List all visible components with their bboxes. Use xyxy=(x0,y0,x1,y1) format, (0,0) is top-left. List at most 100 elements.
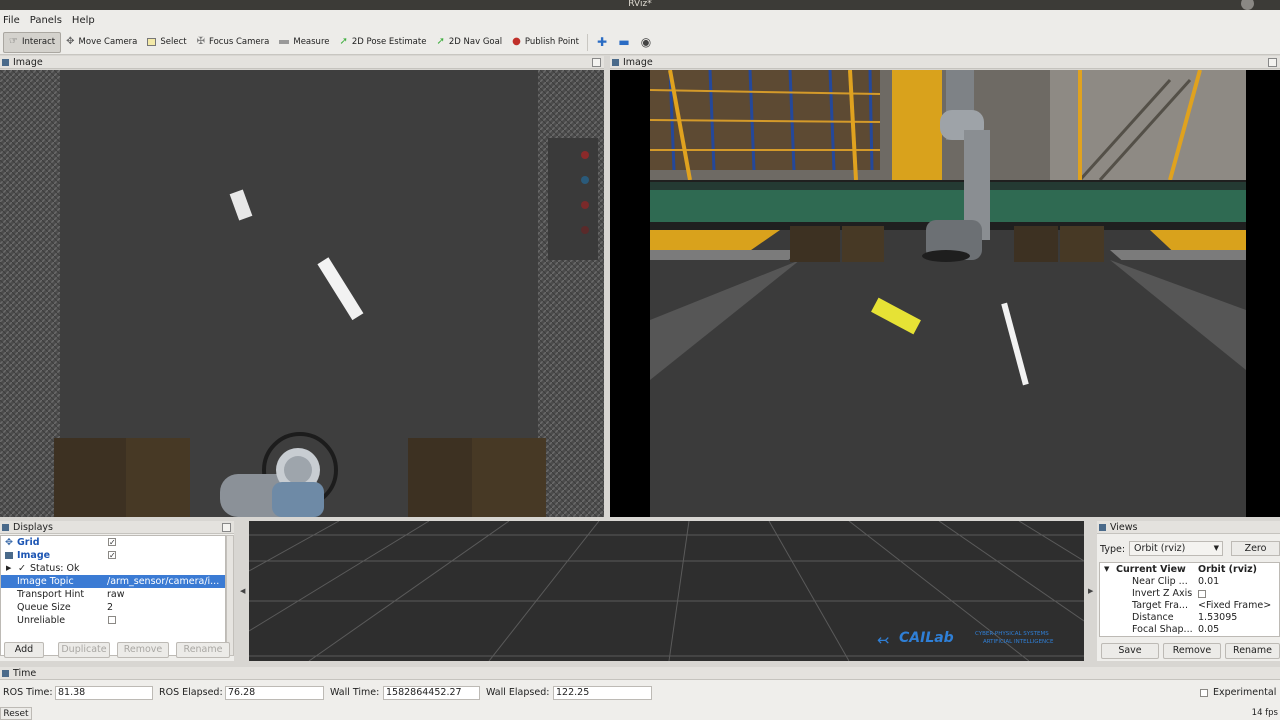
chevron-down-icon: ▼ xyxy=(1213,544,1219,552)
display-row-grid[interactable]: ✥ Grid ✓ xyxy=(1,536,225,549)
displays-scrollbar[interactable] xyxy=(226,535,234,656)
focal-shape-value[interactable]: 0.05 xyxy=(1198,624,1219,635)
menu-panels[interactable]: Panels xyxy=(30,15,62,26)
transport-hint-value[interactable]: raw xyxy=(107,588,125,601)
move-camera-icon: ✥ xyxy=(66,36,75,47)
invert-z-row[interactable]: Invert Z Axis xyxy=(1102,588,1279,599)
collapse-arrow-icon[interactable]: ▼ xyxy=(1104,564,1109,575)
cailab-logo-text: CAILab xyxy=(899,630,954,646)
wall-time-field[interactable]: 1582864452.27 xyxy=(383,686,480,700)
render-3d-view[interactable]: ↢ CAILab CYBER-PHYSICAL SYSTEMS ARTIFICI… xyxy=(249,521,1084,661)
views-header: Views xyxy=(1097,521,1280,534)
displays-panel-icon xyxy=(2,524,9,531)
displays-panel: Displays ✥ Grid ✓ Image ✓ ▶ ✓ Status: Ok… xyxy=(0,521,234,661)
invert-z-checkbox[interactable] xyxy=(1198,590,1206,598)
near-clip-value[interactable]: 0.01 xyxy=(1198,576,1219,587)
image-panel-right-title: Image xyxy=(623,57,653,68)
camera-image-right[interactable] xyxy=(610,70,1280,517)
close-window-button[interactable] xyxy=(1241,0,1254,10)
publish-point-tool-button[interactable]: ● Publish Point xyxy=(507,32,584,53)
focus-camera-tool-button[interactable]: ✠ Focus Camera xyxy=(192,32,275,53)
target-frame-value[interactable]: <Fixed Frame> xyxy=(1198,600,1271,611)
current-view-row[interactable]: ▼ Current View Orbit (rviz) xyxy=(1102,564,1279,575)
menu-file[interactable]: File xyxy=(3,15,20,26)
move-camera-tool-button[interactable]: ✥ Move Camera xyxy=(61,32,142,53)
nav-goal-tool-button[interactable]: ➚ 2D Nav Goal xyxy=(431,32,507,53)
ros-time-field[interactable]: 81.38 xyxy=(55,686,153,700)
image-panel-left-title: Image xyxy=(13,57,43,68)
measure-tool-button[interactable]: Measure xyxy=(274,32,334,53)
save-view-button[interactable]: Save xyxy=(1101,643,1159,659)
remove-tool-button[interactable]: ▬ xyxy=(613,32,635,53)
image-panel-right-header: Image xyxy=(610,56,1280,69)
target-frame-row[interactable]: Target Fra... <Fixed Frame> xyxy=(1102,600,1279,611)
add-display-button[interactable]: Add xyxy=(4,642,44,658)
nav-goal-icon: ➚ xyxy=(436,36,445,47)
unreliable-label: Unreliable xyxy=(17,615,66,626)
near-clip-row[interactable]: Near Clip ... 0.01 xyxy=(1102,576,1279,587)
target-frame-label: Target Fra... xyxy=(1132,600,1188,611)
display-row-image-topic[interactable]: Image Topic /arm_sensor/camera/i... xyxy=(1,575,225,588)
focal-shape-row[interactable]: Focal Shap... 0.05 xyxy=(1102,624,1279,635)
duplicate-display-button[interactable]: Duplicate xyxy=(58,642,110,658)
display-label-image: Image xyxy=(17,550,51,561)
time-title: Time xyxy=(13,668,37,679)
view-type-dropdown[interactable]: Orbit (rviz) ▼ xyxy=(1129,541,1223,556)
invert-z-label: Invert Z Axis xyxy=(1132,588,1193,599)
collapse-left-arrow-icon[interactable]: ◀ xyxy=(240,587,245,595)
status-label: Status: Ok xyxy=(30,563,80,574)
reset-button[interactable]: Reset xyxy=(0,707,32,720)
queue-size-value[interactable]: 2 xyxy=(107,601,113,614)
experimental-label: Experimental xyxy=(1213,687,1277,698)
camera-image-left[interactable] xyxy=(0,70,604,517)
select-tool-button[interactable]: Select xyxy=(142,32,191,53)
wall-elapsed-field[interactable]: 122.25 xyxy=(553,686,652,700)
remove-view-button[interactable]: Remove xyxy=(1163,643,1221,659)
remove-display-button[interactable]: Remove xyxy=(117,642,169,658)
image-topic-label: Image Topic xyxy=(17,576,74,587)
distance-row[interactable]: Distance 1.53095 xyxy=(1102,612,1279,623)
rename-display-button[interactable]: Rename xyxy=(176,642,230,658)
rename-view-button[interactable]: Rename xyxy=(1225,643,1280,659)
unreliable-checkbox[interactable] xyxy=(108,616,116,624)
collapse-right-arrow-icon[interactable]: ▶ xyxy=(1088,587,1093,595)
display-row-transport-hint[interactable]: Transport Hint raw xyxy=(1,588,225,601)
undock-button[interactable] xyxy=(592,58,601,67)
select-label: Select xyxy=(160,37,187,47)
zero-view-button[interactable]: Zero xyxy=(1231,541,1280,556)
display-row-unreliable[interactable]: Unreliable xyxy=(1,614,225,627)
measure-icon xyxy=(279,40,290,44)
fps-readout: 14 fps xyxy=(1251,708,1278,718)
grid-enabled-checkbox[interactable]: ✓ xyxy=(108,538,116,547)
image-enabled-checkbox[interactable]: ✓ xyxy=(108,551,116,560)
distance-value[interactable]: 1.53095 xyxy=(1198,612,1237,623)
display-row-status[interactable]: ▶ ✓ Status: Ok xyxy=(1,562,225,575)
image-topic-value[interactable]: /arm_sensor/camera/i... xyxy=(107,575,219,588)
select-icon xyxy=(147,38,157,46)
status-ok-icon: ✓ xyxy=(18,563,26,574)
tool-properties-button[interactable]: ◉ xyxy=(635,32,657,53)
experimental-checkbox[interactable] xyxy=(1200,689,1208,697)
near-clip-label: Near Clip ... xyxy=(1132,576,1188,587)
display-row-image[interactable]: Image ✓ xyxy=(1,549,225,562)
focal-shape-label: Focal Shap... xyxy=(1132,624,1193,635)
display-row-queue-size[interactable]: Queue Size 2 xyxy=(1,601,225,614)
menu-help[interactable]: Help xyxy=(72,15,95,26)
displays-title: Displays xyxy=(13,522,53,533)
ros-elapsed-field[interactable]: 76.28 xyxy=(225,686,324,700)
expand-arrow-icon[interactable]: ▶ xyxy=(6,562,11,575)
move-camera-label: Move Camera xyxy=(78,37,138,47)
pose-estimate-tool-button[interactable]: ➚ 2D Pose Estimate xyxy=(334,32,431,53)
add-tool-button[interactable]: ✚ xyxy=(591,32,613,53)
image-display-icon xyxy=(5,552,13,559)
interact-tool-button[interactable]: ☞ Interact xyxy=(3,31,62,53)
display-label-grid: Grid xyxy=(17,537,40,548)
undock-button[interactable] xyxy=(1268,58,1277,67)
undock-button[interactable] xyxy=(222,523,231,532)
view-properties-tree: ▼ Current View Orbit (rviz) Near Clip ..… xyxy=(1099,562,1280,637)
image-panel-icon xyxy=(612,59,619,66)
pose-estimate-icon: ➚ xyxy=(339,36,348,47)
toolbar-separator xyxy=(587,33,589,51)
measure-label: Measure xyxy=(293,37,330,47)
ros-elapsed-label: ROS Elapsed: xyxy=(159,687,223,698)
